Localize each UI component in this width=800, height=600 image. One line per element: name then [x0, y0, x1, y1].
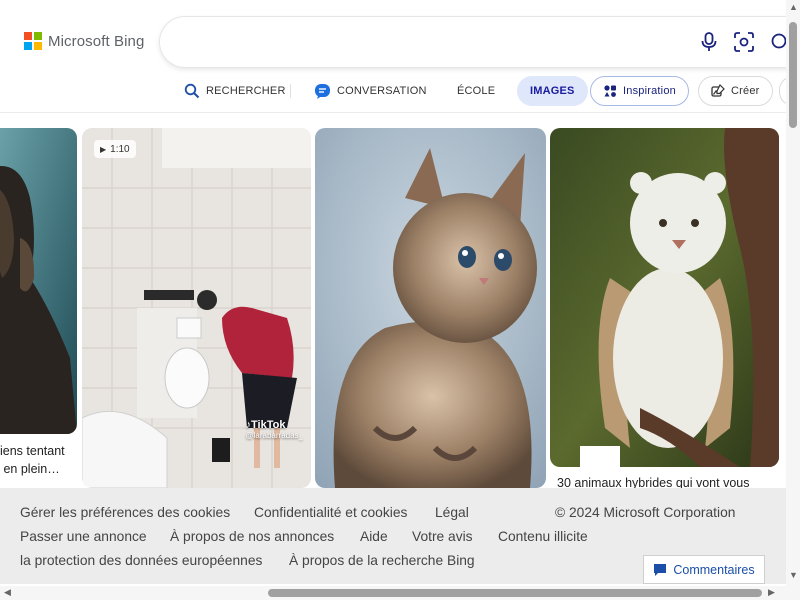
- tab-inspiration[interactable]: Inspiration: [590, 76, 689, 106]
- footer-link-about-bing[interactable]: À propos de la recherche Bing: [289, 553, 475, 568]
- footer-link-help[interactable]: Aide: [360, 529, 388, 544]
- footer-copyright: © 2024 Microsoft Corporation: [555, 505, 736, 520]
- image-result-kitten[interactable]: [315, 128, 546, 488]
- tiktok-label: TikTok: [251, 419, 286, 431]
- microphone-icon[interactable]: [697, 30, 721, 54]
- header-divider: [0, 112, 786, 113]
- inspiration-icon: [604, 85, 616, 97]
- footer-link-eu-data-protection[interactable]: la protection des données européennes: [20, 553, 262, 568]
- feedback-label: Commentaires: [673, 562, 755, 577]
- footer-link-privacy-cookies[interactable]: Confidentialité et cookies: [254, 505, 407, 520]
- logo-text: Microsoft Bing: [48, 32, 145, 50]
- tab-label: ÉCOLE: [457, 85, 496, 97]
- tab-label: CONVERSATION: [337, 85, 427, 97]
- tab-label: Inspiration: [623, 85, 676, 97]
- scroll-down-arrow-icon[interactable]: ▼: [789, 571, 798, 580]
- image-result-hybrid-animal[interactable]: [550, 128, 779, 467]
- horizontal-scroll-thumb[interactable]: [268, 589, 762, 597]
- tiktok-handle: @larabarradas_: [245, 431, 303, 440]
- footer-link-cookie-preferences[interactable]: Gérer les préférences des cookies: [20, 505, 230, 520]
- vertical-scroll-thumb[interactable]: [789, 22, 797, 128]
- tab-rechercher[interactable]: RECHERCHER: [184, 76, 286, 106]
- video-duration-badge: ▶ 1:10: [94, 140, 136, 158]
- footer: Gérer les préférences des cookies Confid…: [0, 488, 786, 584]
- create-image-icon: [711, 84, 725, 97]
- scope-tabs: RECHERCHER CONVERSATION ÉCOLE IMAGES Ins…: [0, 76, 800, 106]
- scroll-left-arrow-icon[interactable]: ◀: [4, 588, 11, 597]
- image-result-dog[interactable]: [0, 128, 77, 434]
- bing-logo[interactable]: Microsoft Bing: [24, 32, 144, 50]
- footer-link-about-ads[interactable]: À propos de nos annonces: [170, 529, 334, 544]
- kitten-image: [315, 128, 546, 488]
- tab-label: Créer: [731, 85, 760, 97]
- video-duration: 1:10: [110, 143, 130, 155]
- tab-creer[interactable]: Créer: [698, 76, 773, 106]
- tab-label: RECHERCHER: [206, 85, 286, 97]
- feedback-icon: [654, 563, 667, 576]
- hybrid-animal-image: [550, 128, 779, 467]
- play-icon: ▶: [100, 144, 107, 154]
- footer-link-feedback[interactable]: Votre avis: [412, 529, 473, 544]
- search-icon: [184, 83, 200, 99]
- search-box: [160, 17, 800, 67]
- footer-link-advertise[interactable]: Passer une annonce: [20, 529, 147, 544]
- scroll-right-arrow-icon[interactable]: ▶: [768, 588, 775, 597]
- footer-link-illegal-content[interactable]: Contenu illicite: [498, 529, 588, 544]
- tab-divider: [290, 84, 291, 98]
- search-input[interactable]: [180, 29, 680, 55]
- microsoft-logo-icon: [24, 32, 42, 50]
- tab-images[interactable]: IMAGES: [517, 76, 588, 106]
- feedback-button[interactable]: Commentaires: [643, 555, 765, 584]
- result-caption[interactable]: iens tentant en plein…: [0, 442, 78, 478]
- video-result-bathroom[interactable]: ▶ 1:10 ♪TikTok @larabarradas_: [82, 128, 311, 488]
- tab-conversation[interactable]: CONVERSATION: [314, 76, 427, 106]
- tab-label: IMAGES: [530, 85, 575, 97]
- copilot-chat-icon: [315, 83, 330, 99]
- footer-link-legal[interactable]: Légal: [435, 505, 469, 520]
- visual-search-icon[interactable]: [732, 30, 756, 54]
- horizontal-scrollbar[interactable]: ◀ ▶: [0, 586, 800, 600]
- scroll-up-arrow-icon[interactable]: ▲: [789, 3, 798, 12]
- bing-images-page: Microsoft Bing RECHERCHER CONVERSATION É…: [0, 0, 800, 600]
- tiktok-watermark: ♪TikTok @larabarradas_: [246, 419, 303, 440]
- tab-ecole[interactable]: ÉCOLE: [457, 76, 495, 106]
- vertical-scrollbar[interactable]: ▲ ▼: [786, 0, 800, 586]
- dog-image: [0, 128, 77, 434]
